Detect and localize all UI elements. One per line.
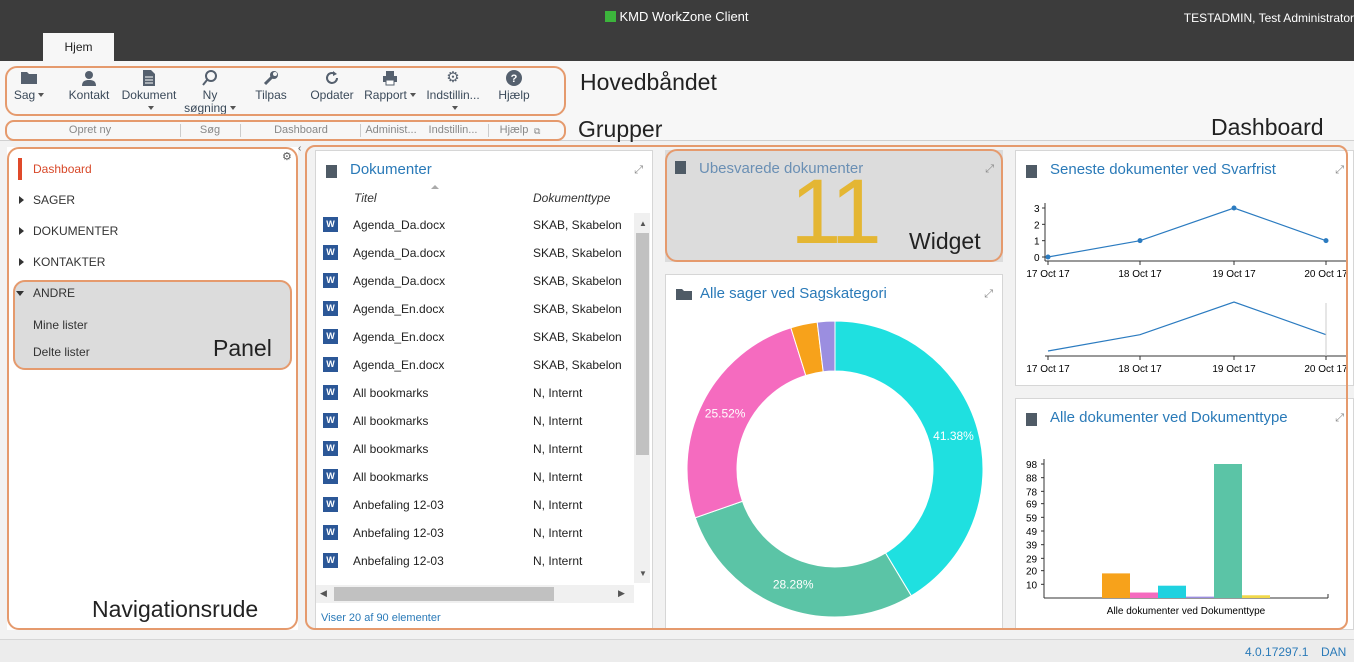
kmd-logo-icon	[605, 11, 617, 22]
annotation-nav: Navigationsrude	[92, 596, 259, 622]
user-name[interactable]: TESTADMIN, Test Administrator	[1184, 11, 1354, 25]
app-title: KMD WorkZone Client	[0, 9, 1354, 24]
collapse-nav-icon[interactable]: ‹	[298, 143, 301, 154]
groups-overlay	[5, 120, 566, 141]
annotation-ribbon: Hovedbåndet	[580, 69, 717, 95]
annotation-widget: Widget	[909, 228, 981, 254]
ribbon-overlay	[5, 66, 566, 116]
annotation-panel: Panel	[213, 335, 272, 361]
nav-overlay	[7, 147, 298, 630]
version-label: 4.0.17297.1	[1245, 645, 1309, 659]
tab-hjem[interactable]: Hjem	[43, 33, 114, 61]
annotation-groups: Grupper	[578, 116, 663, 142]
annotation-dashboard: Dashboard	[1211, 114, 1324, 140]
status-bar: 4.0.17297.1 DAN	[0, 639, 1354, 662]
language-label[interactable]: DAN	[1321, 645, 1346, 659]
